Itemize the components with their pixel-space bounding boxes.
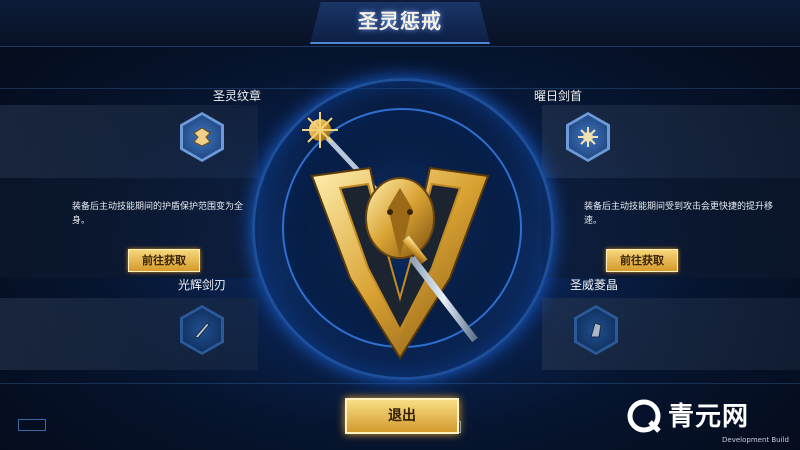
corner-decoration [18,419,46,431]
crystal-icon [590,322,602,338]
goto-acquire-button-left[interactable]: 前往获取 [128,249,200,272]
sun-pommel-icon [578,127,598,147]
wing-emblem-icon [193,127,211,147]
title-bar: 圣灵惩戒 [0,0,800,47]
slot-label-holy-crest: 圣灵纹章 [213,89,262,103]
goto-acquire-button-right[interactable]: 前往获取 [606,249,678,272]
blade-shard-icon [194,322,210,339]
development-build-label: Development Build [722,436,789,444]
game-screen: 圣灵惩戒 圣灵纹章 装备后主动技能期间的护盾保护范围变为全身。 前往获取 曜日剑… [0,0,800,450]
slot-label-sun-pommel: 曜日剑首 [534,89,583,103]
slot-label-radiant-blade: 光辉剑刃 [178,278,227,292]
frame-line [0,383,800,384]
exit-button[interactable]: 退出 [345,398,459,434]
slot-description-right: 装备后主动技能期间受到攻击会更快捷的提升移速。 [584,202,774,226]
watermark-text: 青元网 [668,402,750,432]
slot-description-left: 装备后主动技能期间的护盾保护范围变为全身。 [72,202,244,226]
holy-shield-emblem-icon [302,112,490,360]
slot-label-sacred-crystal: 圣威菱晶 [570,278,619,292]
page-title: 圣灵惩戒 [358,9,442,33]
